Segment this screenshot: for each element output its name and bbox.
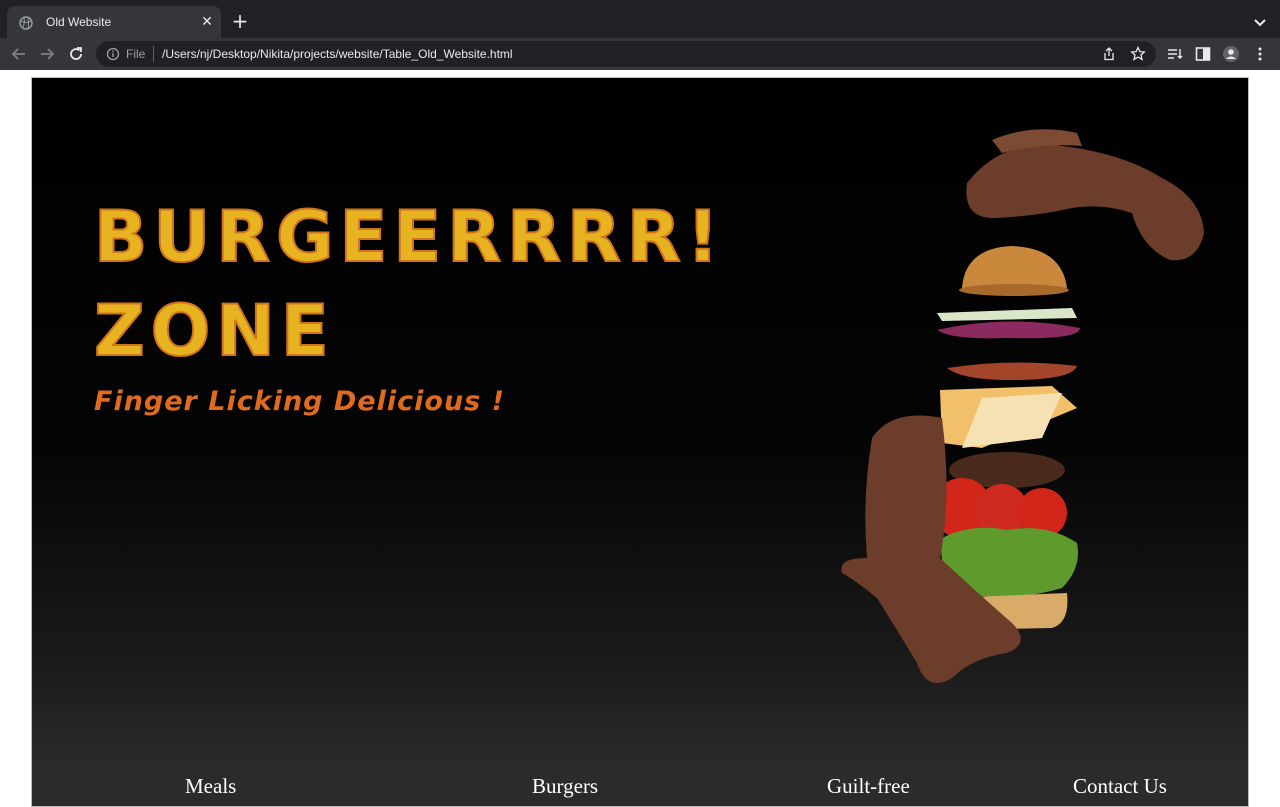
tab-title: Old Website bbox=[46, 15, 112, 29]
nav-item-meals[interactable]: Meals bbox=[185, 774, 236, 799]
main-nav: Meals Burgers Guilt-free Contact Us bbox=[32, 762, 1248, 806]
headline-line-1: BURGEERRRR! bbox=[93, 196, 725, 278]
forward-arrow-icon[interactable] bbox=[37, 44, 57, 64]
tagline: Finger Licking Delicious ! bbox=[94, 386, 505, 417]
hero-banner: BURGEERRRR! ZONE Finger Licking Deliciou… bbox=[32, 78, 1248, 762]
floating-burger-image bbox=[841, 129, 1204, 683]
url-text[interactable]: /Users/nj/Desktop/Nikita/projects/websit… bbox=[162, 47, 513, 61]
reload-icon[interactable] bbox=[66, 44, 86, 64]
page-viewport: BURGEERRRR! ZONE Finger Licking Deliciou… bbox=[0, 70, 1280, 807]
info-icon[interactable] bbox=[106, 47, 120, 61]
address-bar[interactable]: File /Users/nj/Desktop/Nikita/projects/w… bbox=[96, 41, 1156, 67]
chevron-down-icon[interactable] bbox=[1250, 12, 1270, 32]
address-separator bbox=[153, 46, 154, 62]
back-arrow-icon[interactable] bbox=[9, 44, 29, 64]
browser-tab[interactable]: Old Website ✕ bbox=[7, 6, 221, 40]
scheme-label: File bbox=[126, 47, 146, 61]
new-tab-icon[interactable]: + bbox=[230, 11, 250, 32]
kebab-menu-icon[interactable] bbox=[1251, 45, 1269, 63]
side-panel-icon[interactable] bbox=[1194, 45, 1212, 63]
nav-item-burgers[interactable]: Burgers bbox=[532, 774, 598, 799]
bookmark-star-icon[interactable] bbox=[1130, 46, 1146, 62]
headline-line-2: ZONE bbox=[93, 290, 335, 372]
globe-icon bbox=[19, 16, 33, 30]
nav-item-contact-us[interactable]: Contact Us bbox=[1073, 774, 1167, 799]
reading-list-icon[interactable] bbox=[1166, 45, 1184, 63]
nav-item-guilt-free[interactable]: Guilt-free bbox=[827, 774, 910, 799]
browser-toolbar: File /Users/nj/Desktop/Nikita/projects/w… bbox=[0, 38, 1280, 70]
tab-strip: Old Website ✕ + bbox=[0, 0, 1280, 40]
share-icon[interactable] bbox=[1102, 47, 1116, 61]
profile-icon[interactable] bbox=[1222, 45, 1240, 63]
website-frame: BURGEERRRR! ZONE Finger Licking Deliciou… bbox=[31, 77, 1249, 807]
close-tab-icon[interactable]: ✕ bbox=[199, 13, 215, 29]
browser-chrome: Old Website ✕ + File /Users/nj/Desktop/N… bbox=[0, 0, 1280, 70]
